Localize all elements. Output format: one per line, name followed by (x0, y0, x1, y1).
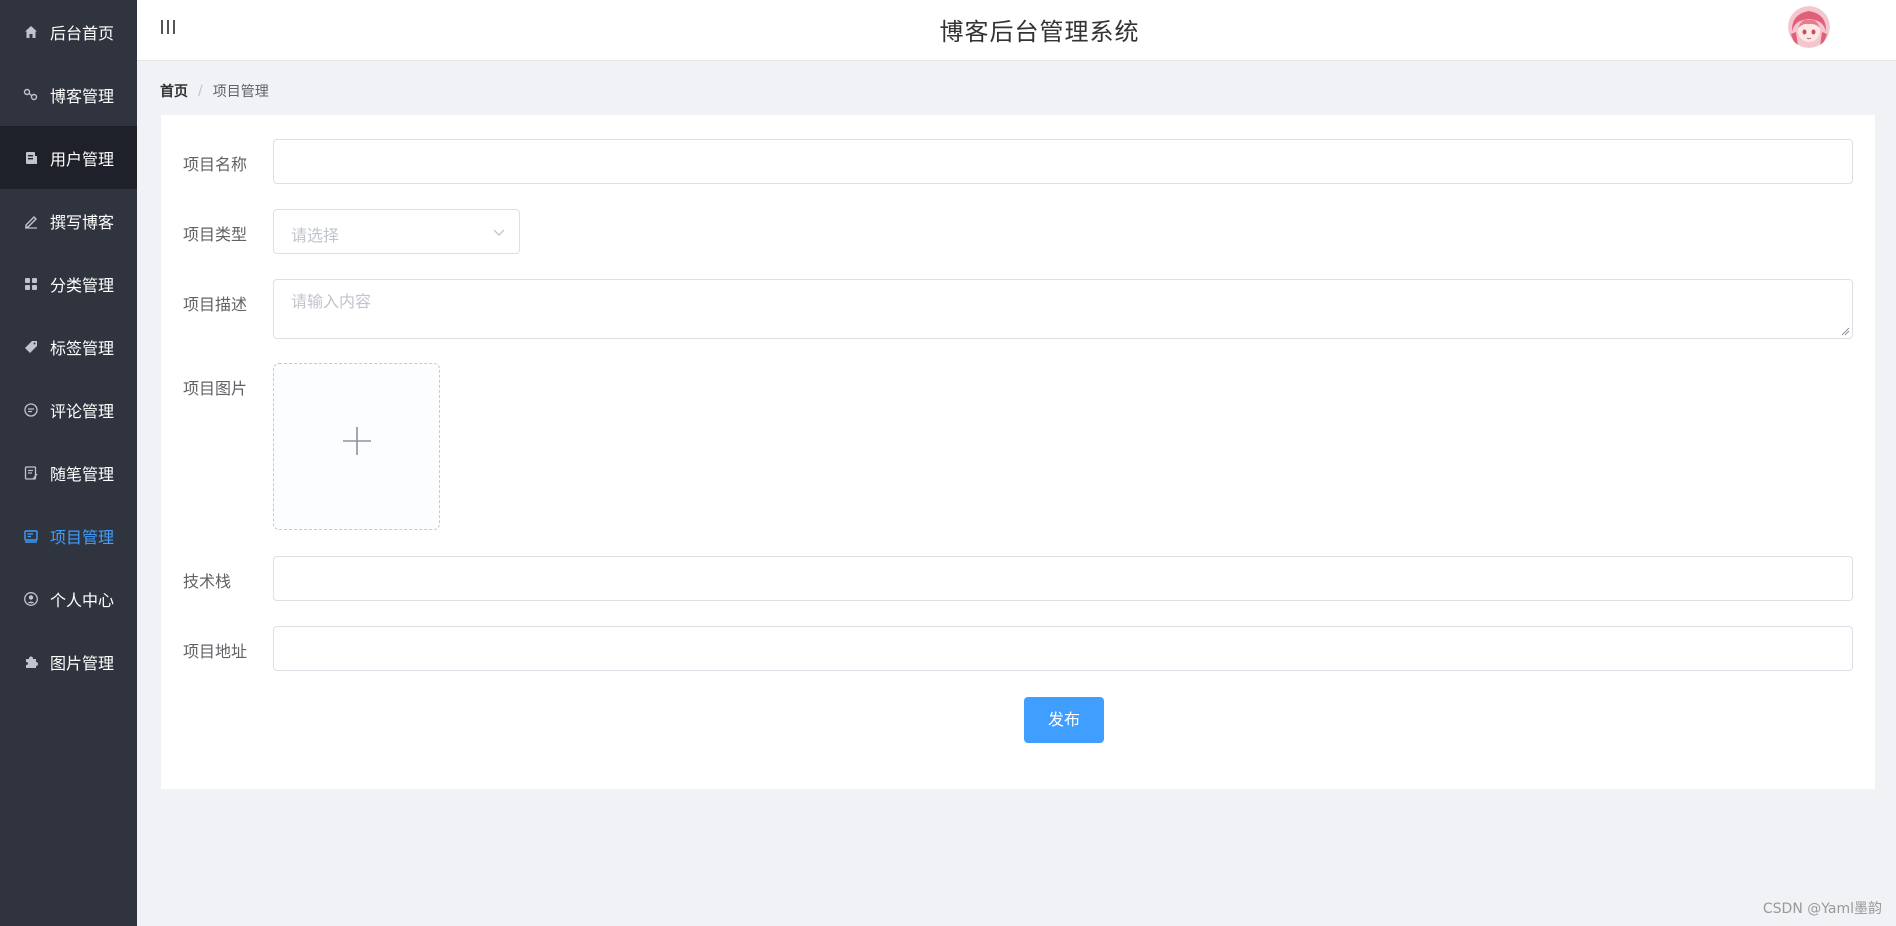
sidebar-item-tags[interactable]: 标签管理 (0, 315, 137, 378)
sidebar-item-label: 随笔管理 (50, 464, 115, 484)
project-type-label: 项目类型 (183, 225, 248, 244)
plus-icon (343, 427, 371, 455)
sidebar-item-dashboard[interactable]: 后台首页 (0, 0, 137, 63)
sidebar-item-label: 图片管理 (50, 653, 115, 673)
project-type-select[interactable]: 请选择 (273, 209, 520, 254)
project-form-card: 项目名称 项目类型 请选择 项目描述 请输入内容 项目图片 技术栈 项目地址 发… (161, 115, 1875, 789)
publish-button[interactable]: 发布 (1024, 697, 1104, 743)
project-image-label: 项目图片 (183, 379, 248, 398)
project-name-label: 项目名称 (183, 155, 248, 174)
user-doc-icon (22, 149, 40, 167)
app-title: 博客后台管理系统 (939, 18, 1140, 46)
sidebar-item-label: 后台首页 (50, 23, 115, 43)
project-url-label: 项目地址 (183, 642, 248, 661)
share-icon (22, 86, 40, 104)
sidebar-item-label: 项目管理 (50, 527, 115, 547)
sidebar-item-notes[interactable]: 随笔管理 (0, 441, 137, 504)
comment-icon (22, 401, 40, 419)
tech-stack-label: 技术栈 (183, 572, 232, 591)
project-type-placeholder: 请选择 (291, 226, 340, 245)
watermark: CSDN @Yaml墨韵 (1762, 901, 1882, 917)
breadcrumb-current: 项目管理 (212, 84, 269, 100)
sidebar-item-label: 标签管理 (50, 338, 115, 358)
avatar[interactable] (1788, 6, 1830, 48)
sidebar-item-write-blog[interactable]: 撰写博客 (0, 189, 137, 252)
grid-icon (22, 275, 40, 293)
tag-icon (22, 338, 40, 356)
breadcrumb-home-link[interactable]: 首页 (160, 81, 188, 101)
project-url-input[interactable] (273, 626, 1853, 671)
sidebar-item-users[interactable]: 用户管理 (0, 126, 137, 189)
project-description-placeholder: 请输入内容 (291, 292, 372, 311)
tech-stack-input[interactable] (273, 556, 1853, 601)
project-name-input[interactable] (273, 139, 1853, 184)
sidebar-item-images[interactable]: 图片管理 (0, 630, 137, 693)
sidebar-item-label: 撰写博客 (50, 212, 115, 232)
sidebar-item-comments[interactable]: 评论管理 (0, 378, 137, 441)
home-icon (22, 23, 40, 41)
chevron-down-icon (493, 229, 505, 236)
sidebar-item-categories[interactable]: 分类管理 (0, 252, 137, 315)
resize-grip-icon[interactable] (1840, 326, 1850, 336)
note-icon (22, 464, 40, 482)
breadcrumb-separator: / (198, 83, 203, 99)
sidebar-item-projects[interactable]: 项目管理 (0, 504, 137, 567)
sidebar-item-label: 个人中心 (50, 590, 115, 610)
sidebar-item-blogs[interactable]: 博客管理 (0, 63, 137, 126)
project-description-textarea[interactable]: 请输入内容 (273, 279, 1853, 339)
sidebar-item-label: 博客管理 (50, 86, 115, 106)
project-description-label: 项目描述 (183, 295, 248, 314)
sidebar: 后台首页 博客管理 用户管理 撰写博客 分类管理 标签管理 评论管理 随笔管理 … (0, 0, 137, 926)
sidebar-item-label: 用户管理 (50, 149, 115, 169)
top-header: 博客后台管理系统 (137, 0, 1896, 61)
image-upload-box[interactable] (273, 363, 440, 530)
breadcrumb: 首页 / 项目管理 (160, 81, 269, 101)
puzzle-icon (22, 653, 40, 671)
person-icon (22, 590, 40, 608)
pen-icon (22, 212, 40, 230)
sidebar-item-label: 评论管理 (50, 401, 115, 421)
project-icon (22, 527, 40, 545)
sidebar-item-label: 分类管理 (50, 275, 115, 295)
sidebar-item-profile[interactable]: 个人中心 (0, 567, 137, 630)
